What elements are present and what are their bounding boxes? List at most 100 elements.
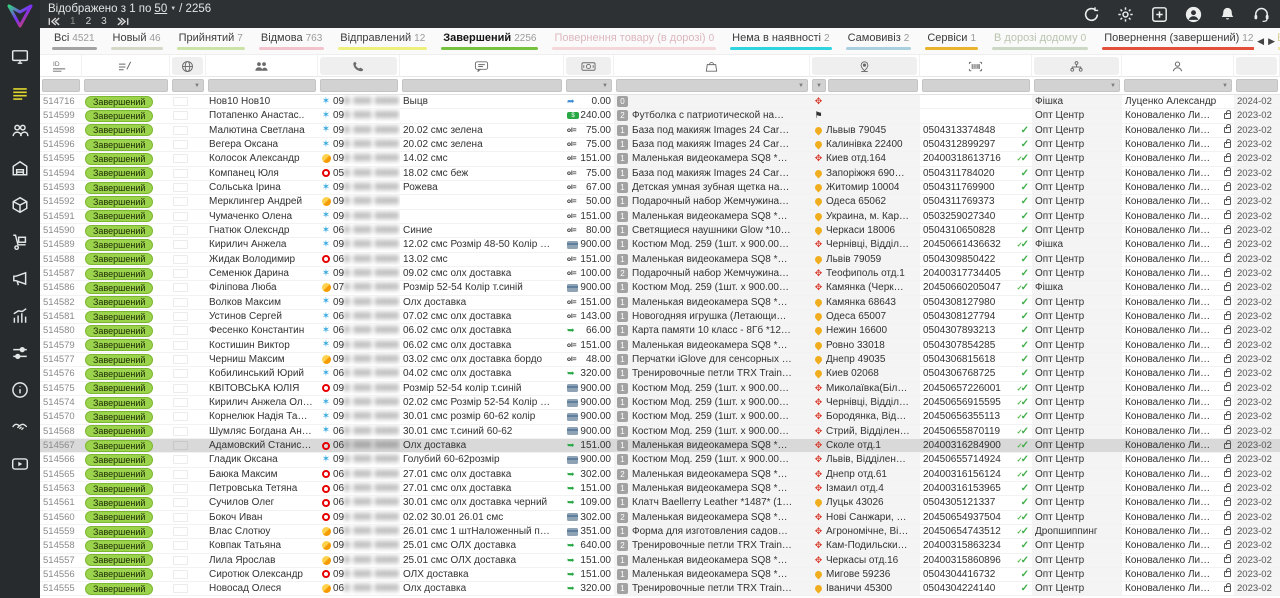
filter-input-manager[interactable]: ▼	[1124, 79, 1232, 92]
column-header-comment[interactable]	[400, 55, 564, 77]
sidebar-item-tutorials[interactable]	[0, 445, 40, 482]
table-row[interactable]: 514567ЗавершенийАдамовский Станис…068 88…	[40, 439, 1280, 453]
tab-В дорозі додому[interactable]: В дорозі додому0	[992, 28, 1088, 54]
status-badge[interactable]: Завершений	[85, 497, 153, 509]
sidebar-item-partners[interactable]	[0, 408, 40, 445]
column-header-location[interactable]	[810, 55, 920, 77]
status-badge[interactable]: Завершений	[85, 540, 153, 552]
first-page-icon[interactable]	[48, 17, 60, 26]
sidebar-item-statistics[interactable]	[0, 297, 40, 334]
table-row[interactable]: 514559ЗавершенийВлас Слотюу068 888 88882…	[40, 525, 1280, 539]
table-row[interactable]: 514579ЗавершенийКостишин Виктор✶098 888 …	[40, 339, 1280, 353]
status-badge[interactable]: Завершений	[85, 196, 153, 208]
bell-icon[interactable]	[1219, 6, 1236, 23]
table-row[interactable]: 514582ЗавершенийВолков Максим✶098 888 88…	[40, 296, 1280, 310]
table-row[interactable]: 514598ЗавершенийМалютина Светлана✶098 88…	[40, 124, 1280, 138]
tab-Самовивіз[interactable]: Самовивіз2	[846, 28, 912, 54]
status-badge[interactable]: Завершений	[85, 296, 153, 308]
refresh-icon[interactable]	[1083, 6, 1100, 23]
status-badge[interactable]: Завершений	[85, 210, 153, 222]
column-header-phone[interactable]	[318, 55, 400, 77]
status-badge[interactable]: Завершений	[85, 411, 153, 423]
tabs-scroll-left-icon[interactable]: ◀	[1257, 36, 1264, 47]
table-row[interactable]: 514588ЗавершенийЖидак Володимир068 888 8…	[40, 253, 1280, 267]
filter-input-product[interactable]: ▼	[616, 79, 808, 92]
table-row[interactable]: 514591ЗавершенийЧумаченко Олена✶098 888 …	[40, 210, 1280, 224]
support-icon[interactable]	[1253, 6, 1270, 23]
tab-Прийнятий[interactable]: Прийнятий7	[177, 28, 245, 54]
add-icon[interactable]	[1151, 6, 1168, 23]
table-row[interactable]: 514566ЗавершенийГладик Оксана✶098 888 88…	[40, 453, 1280, 467]
column-header-country[interactable]	[170, 55, 206, 77]
status-badge[interactable]: Завершений	[85, 354, 153, 366]
column-header-date[interactable]	[1234, 55, 1280, 77]
status-badge[interactable]: Завершений	[85, 526, 153, 538]
status-badge[interactable]: Завершений	[85, 397, 153, 409]
status-badge[interactable]: Завершений	[85, 583, 153, 595]
sidebar-item-clients[interactable]	[0, 112, 40, 149]
status-badge[interactable]: Завершений	[85, 253, 153, 265]
table-row[interactable]: 514580ЗавершенийФесенко Константин✶068 8…	[40, 324, 1280, 338]
filter-input-tracking[interactable]	[922, 79, 1030, 92]
tab-Нема в наявності[interactable]: Нема в наявності2	[730, 28, 831, 54]
status-badge[interactable]: Завершений	[85, 454, 153, 466]
table-row[interactable]: 514575ЗавершенийКВІТОВСЬКА ЮЛІЯ098 888 8…	[40, 382, 1280, 396]
table-row[interactable]: 514561ЗавершенийСучилов Олег068 888 8888…	[40, 496, 1280, 510]
table-row[interactable]: 514592ЗавершенийМерклингер Андрей098 888…	[40, 195, 1280, 209]
status-badge[interactable]: Завершений	[85, 167, 153, 179]
status-badge[interactable]: Завершений	[85, 124, 153, 136]
status-badge[interactable]: Завершений	[85, 311, 153, 323]
column-header-id[interactable]: ID	[40, 55, 82, 77]
column-header-money[interactable]	[564, 55, 614, 77]
table-row[interactable]: 514581ЗавершенийУстинов Сергей✶068 888 8…	[40, 310, 1280, 324]
table-row[interactable]: 514576ЗавершенийКобилинський Юрий✶068 88…	[40, 367, 1280, 381]
status-badge[interactable]: Завершений	[85, 368, 153, 380]
table-row[interactable]: 514716ЗавершенийНов10 Нов10✶098 888 8888…	[40, 95, 1280, 109]
filter-input-comment[interactable]	[402, 79, 562, 92]
column-header-status[interactable]	[82, 55, 170, 77]
table-row[interactable]: 514590ЗавершенийГнатюк Олексндр✶068 888 …	[40, 224, 1280, 238]
tab-Відмова[interactable]: Відмова763	[259, 28, 324, 54]
tab-Завершений[interactable]: Завершений2256	[441, 28, 538, 54]
status-badge[interactable]: Завершений	[85, 468, 153, 480]
filter-type-location[interactable]: ▼	[812, 79, 826, 92]
status-badge[interactable]: Завершений	[85, 139, 153, 151]
status-badge[interactable]: Завершений	[85, 325, 153, 337]
table-row[interactable]: 514586ЗавершенийФіліпова Люба078 888 888…	[40, 281, 1280, 295]
status-badge[interactable]: Завершений	[85, 425, 153, 437]
column-header-manager[interactable]	[1122, 55, 1234, 77]
tab-Новый[interactable]: Новый46	[111, 28, 163, 54]
table-row[interactable]: 514587ЗавершенийСеменюк Дарина✶098 888 8…	[40, 267, 1280, 281]
page-number[interactable]: 3	[101, 16, 107, 28]
tab-Всі[interactable]: Всі4521	[52, 28, 97, 54]
filter-input-date[interactable]	[1236, 79, 1278, 92]
status-badge[interactable]: Завершений	[85, 268, 153, 280]
tab-Повернення (завершений)[interactable]: Повернення (завершений)125	[1102, 28, 1261, 54]
filter-input-name[interactable]	[208, 79, 316, 92]
status-badge[interactable]: Завершений	[85, 382, 153, 394]
status-badge[interactable]: Завершений	[85, 182, 153, 194]
sidebar-item-purchases[interactable]	[0, 223, 40, 260]
table-row[interactable]: 514565ЗавершенийБаюка Максим068 888 8888…	[40, 468, 1280, 482]
status-badge[interactable]: Завершений	[85, 511, 153, 523]
tab-Сервіси[interactable]: Сервіси1	[925, 28, 978, 54]
status-badge[interactable]: Завершений	[85, 110, 153, 122]
status-badge[interactable]: Завершений	[85, 239, 153, 251]
sidebar-item-info[interactable]	[0, 371, 40, 408]
table-row[interactable]: 514557ЗавершенийЛила Ярослав098 888 8888…	[40, 554, 1280, 568]
table-row[interactable]: 514570ЗавершенийКорнелюк Надія Та…✶098 8…	[40, 410, 1280, 424]
filter-input-country[interactable]: ▼	[172, 79, 204, 92]
column-header-product[interactable]	[614, 55, 810, 77]
filter-input-location[interactable]	[828, 79, 918, 92]
tab-Повернення товару (в дорозі)[interactable]: Повернення товару (в дорозі)0	[552, 28, 716, 54]
filter-input-status[interactable]	[84, 79, 168, 92]
gear-icon[interactable]	[1117, 6, 1134, 23]
sidebar-item-warehouse[interactable]	[0, 149, 40, 186]
filter-input-id[interactable]	[42, 79, 80, 92]
status-badge[interactable]: Завершений	[85, 339, 153, 351]
last-page-icon[interactable]	[117, 17, 129, 26]
page-size-dropdown[interactable]: 50	[154, 3, 167, 15]
filter-input-funnel[interactable]: ▼	[1034, 79, 1120, 92]
sidebar-item-dashboard[interactable]	[0, 38, 40, 75]
table-row[interactable]: 514558ЗавершенийКовпак Татьяна098 888 88…	[40, 539, 1280, 553]
